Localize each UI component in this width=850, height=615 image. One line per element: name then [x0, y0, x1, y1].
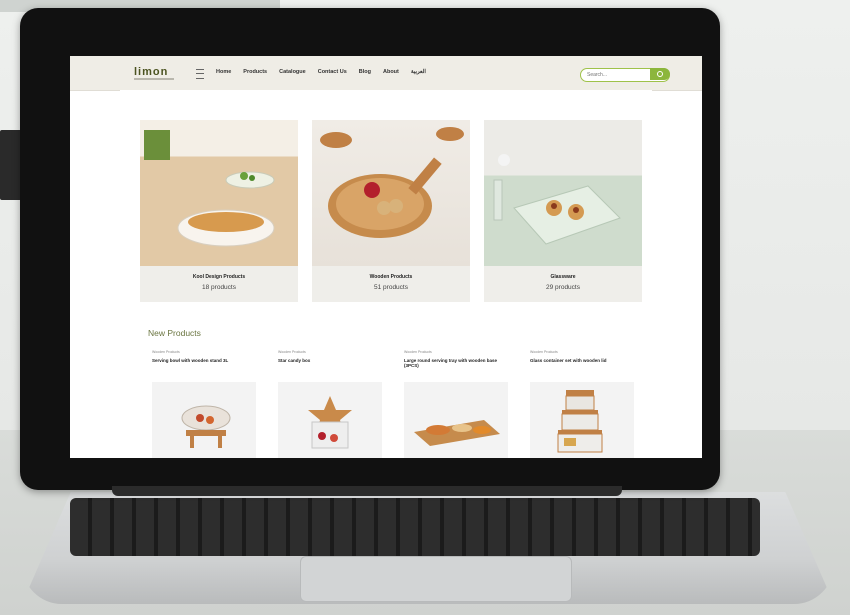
laptop-hinge — [112, 486, 622, 496]
category-name: Kool Design Products — [192, 274, 246, 280]
nav-contact[interactable]: Contact Us — [318, 69, 347, 75]
wall-frame — [0, 130, 22, 200]
main-nav: Home Products Catalogue Contact Us Blog … — [216, 69, 426, 75]
nav-language[interactable]: العربية — [411, 69, 426, 75]
product-category: Wooden Products — [152, 350, 180, 354]
glass-containers-illustration — [557, 390, 603, 453]
category-card-glassware[interactable]: Glassware 29 products — [484, 120, 642, 302]
product-category: Wooden Products — [530, 350, 558, 354]
category-count: 18 products — [202, 284, 236, 291]
product-image — [404, 382, 508, 458]
product-category: Wooden Products — [278, 350, 306, 354]
nav-products[interactable]: Products — [243, 69, 267, 75]
nav-about[interactable]: About — [383, 69, 399, 75]
search-input[interactable] — [587, 71, 643, 79]
category-count: 29 products — [546, 284, 580, 291]
product-category: Wooden Products — [404, 350, 432, 354]
product-card[interactable]: Wooden Products Glass container set with… — [526, 350, 638, 458]
wooden-board-illustration — [320, 127, 464, 238]
serving-tray-illustration — [414, 420, 500, 446]
laptop-screen: limon Home Products Catalogue Contact Us… — [70, 56, 702, 458]
category-count: 51 products — [374, 284, 408, 291]
bowl-stand-illustration — [181, 405, 231, 448]
laptop-lid: limon Home Products Catalogue Contact Us… — [20, 8, 720, 490]
product-image — [530, 382, 634, 458]
product-card[interactable]: Wooden Products Star candy box — [274, 350, 386, 458]
laptop-keyboard — [70, 498, 760, 556]
category-image — [140, 120, 298, 266]
laptop-trackpad — [300, 556, 572, 602]
product-image — [152, 382, 256, 458]
nav-home[interactable]: Home — [216, 69, 231, 75]
glass-plate-illustration — [493, 154, 621, 245]
product-image — [278, 382, 382, 458]
category-image — [312, 120, 470, 266]
logo-underline — [134, 78, 174, 80]
menu-icon[interactable] — [196, 69, 204, 79]
page-content: Kool Design Products 18 products Wooden … — [120, 90, 652, 458]
search-button[interactable] — [650, 68, 670, 80]
bread-basket-illustration — [144, 130, 275, 247]
search-icon — [657, 71, 663, 77]
product-title: Serving bowl with wooden stand 3L — [152, 358, 229, 363]
site-header: limon Home Products Catalogue Contact Us… — [70, 56, 702, 91]
product-card[interactable]: Wooden Products Large round serving tray… — [400, 350, 512, 458]
search-box — [580, 68, 670, 82]
star-box-illustration — [308, 396, 352, 449]
new-products-heading: New Products — [148, 328, 201, 338]
category-name: Wooden Products — [369, 274, 413, 280]
nav-catalogue[interactable]: Catalogue — [279, 69, 306, 75]
category-name: Glassware — [550, 274, 576, 280]
product-title: Large round serving tray with wooden bas… — [404, 358, 498, 368]
category-card-wooden[interactable]: Wooden Products 51 products — [312, 120, 470, 302]
category-image — [484, 120, 642, 266]
product-title: Glass container set with wooden lid — [530, 358, 607, 363]
product-card[interactable]: Wooden Products Serving bowl with wooden… — [148, 350, 260, 458]
category-card-kool-design[interactable]: Kool Design Products 18 products — [140, 120, 298, 302]
site-logo[interactable]: limon — [134, 66, 168, 78]
product-title: Star candy box — [278, 358, 311, 363]
nav-blog[interactable]: Blog — [359, 69, 371, 75]
